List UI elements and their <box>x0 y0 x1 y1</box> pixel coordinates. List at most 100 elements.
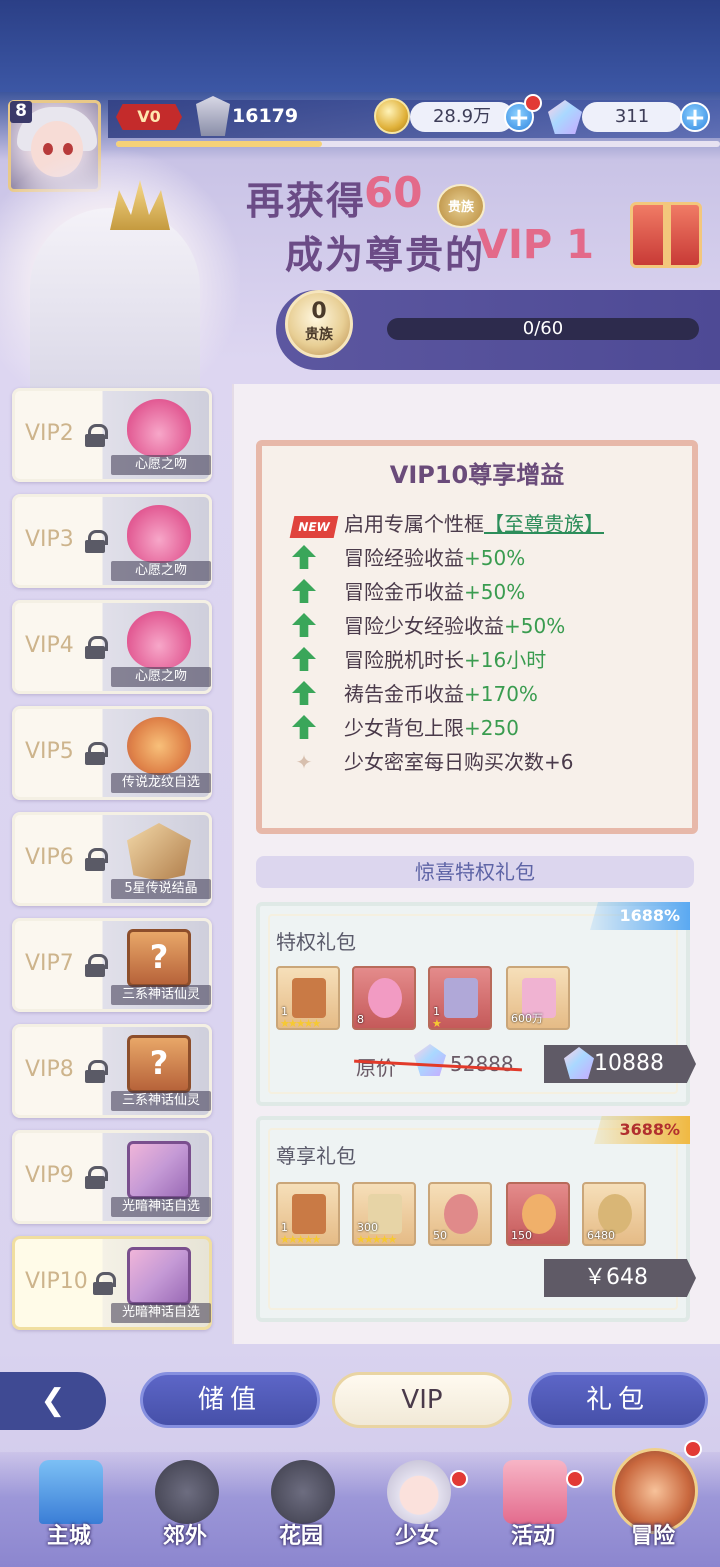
exp-bar-fill <box>116 141 322 147</box>
benefit-row: 冒险少女经验收益+50% <box>292 610 565 640</box>
lock-icon <box>85 1060 108 1083</box>
discount-badge: 1688% <box>590 902 690 930</box>
benefit-text: 冒险经验收益 <box>344 546 464 570</box>
benefit-value: +170% <box>464 682 538 706</box>
nav-label: 活动 <box>510 1524 555 1549</box>
nav-outskirts[interactable]: 郊外 <box>130 1460 240 1560</box>
nav-main-city[interactable]: 主城 <box>14 1460 124 1560</box>
item-count: 8 <box>357 1013 364 1026</box>
lock-icon <box>85 848 108 871</box>
gold-amount: 28.9万 <box>410 102 514 132</box>
add-diamond-button[interactable]: + <box>680 102 710 132</box>
dragon-coin-icon <box>444 978 478 1018</box>
character-card-icon <box>127 1247 191 1305</box>
pack-item[interactable]: 1 ★★★★★ <box>276 1182 340 1246</box>
vip-card-label: VIP7 <box>25 951 74 976</box>
pack-item[interactable]: 6480 <box>582 1182 646 1246</box>
locked-icon <box>155 1460 219 1524</box>
pack-item[interactable]: 300 ★★★★★ <box>352 1182 416 1246</box>
castle-icon <box>39 1460 103 1524</box>
vip-card-label: VIP6 <box>25 845 74 870</box>
girls-notification-dot <box>450 1470 468 1488</box>
vip-card-6[interactable]: VIP6 5星传说结晶 <box>12 812 212 906</box>
vip-card-reward: 三系神话仙灵 <box>111 1091 211 1111</box>
vip-card-label: VIP4 <box>25 633 74 658</box>
pack-item[interactable]: 1 ★★★★★ <box>276 966 340 1030</box>
benefit-row: 祷告金币收益+170% <box>292 678 538 708</box>
noble-points-value: 0 <box>311 299 327 324</box>
noble-coin-icon <box>598 1194 632 1234</box>
vip-card-8[interactable]: VIP8 ? 三系神话仙灵 <box>12 1024 212 1118</box>
banner-target-vip: VIP 1 <box>477 222 594 268</box>
pack-item[interactable]: 50 <box>428 1182 492 1246</box>
vip-card-2[interactable]: VIP2 心愿之吻 <box>12 388 212 482</box>
vip-card-label: VIP2 <box>25 421 74 446</box>
frame-link[interactable]: 【至尊贵族】 <box>484 512 604 536</box>
sparkle-icon: ✦ <box>295 750 313 774</box>
ribbon-icon <box>444 1194 478 1234</box>
nav-label: 花园 <box>278 1524 323 1549</box>
vip-level-badge[interactable]: V0 <box>116 104 182 130</box>
back-button[interactable]: ❮ <box>0 1372 106 1430</box>
vip-card-10[interactable]: VIP10 光暗神话自选 <box>12 1236 212 1330</box>
character-art <box>0 150 240 408</box>
top-header-bg <box>0 0 720 92</box>
benefit-text: 少女密室每日购买次数+6 <box>344 750 574 774</box>
pack-item[interactable]: 150 <box>506 1182 570 1246</box>
item-stars: ★ <box>432 1017 442 1030</box>
vip-card-label: VIP9 <box>25 1163 74 1188</box>
lock-icon <box>85 530 108 553</box>
vip-card-label: VIP10 <box>25 1269 88 1294</box>
benefit-text: 少女背包上限 <box>344 716 464 740</box>
hero-card-icon <box>292 1194 326 1234</box>
noble-progress-text: 0/60 <box>522 318 564 339</box>
hero-card-icon <box>292 978 326 1018</box>
benefit-row: ✦ 少女密室每日购买次数+6 <box>292 746 574 776</box>
benefit-text: 祷告金币收益 <box>344 682 464 706</box>
benefit-row: 冒险金币收益+50% <box>292 576 525 606</box>
benefit-text: 冒险脱机时长 <box>344 648 464 672</box>
up-arrow-icon <box>292 681 316 705</box>
tab-recharge[interactable]: 储值 <box>140 1372 320 1428</box>
locked-icon <box>271 1460 335 1524</box>
vip-card-reward: 传说龙纹自选 <box>111 773 211 793</box>
vip-card-9[interactable]: VIP9 光暗神话自选 <box>12 1130 212 1224</box>
tab-gift[interactable]: 礼包 <box>528 1372 708 1428</box>
tab-vip[interactable]: VIP <box>332 1372 512 1428</box>
vip-card-reward: 光暗神话自选 <box>111 1197 211 1217</box>
item-count: 50 <box>433 1229 447 1242</box>
item-count: 150 <box>511 1229 532 1242</box>
benefit-value: +50% <box>464 580 526 604</box>
vip-card-label: VIP3 <box>25 527 74 552</box>
lock-icon <box>85 742 108 765</box>
vip-card-reward: 心愿之吻 <box>111 455 211 475</box>
pack-item[interactable]: 8 <box>352 966 416 1030</box>
pack-item[interactable]: 600万 <box>506 966 570 1030</box>
vip-card-7[interactable]: VIP7 ? 三系神话仙灵 <box>12 918 212 1012</box>
nav-adventure[interactable]: 冒险 <box>598 1448 708 1560</box>
character-hair <box>30 208 200 408</box>
crown-icon <box>110 180 170 230</box>
new-tag: NEW <box>289 516 339 538</box>
up-arrow-icon <box>292 647 316 671</box>
exclusive-buy-button[interactable]: ￥648 <box>544 1259 696 1297</box>
benefit-value: +250 <box>464 716 519 740</box>
item-count: 6480 <box>587 1229 615 1242</box>
benefit-value: +50% <box>464 546 526 570</box>
vip-card-5[interactable]: VIP5 传说龙纹自选 <box>12 706 212 800</box>
nav-garden[interactable]: 花园 <box>246 1460 356 1560</box>
emblem-icon <box>522 1194 556 1234</box>
vip-card-3[interactable]: VIP3 心愿之吻 <box>12 494 212 588</box>
original-price: 52888 <box>450 1052 514 1076</box>
banner-text-prefix: 再获得 <box>246 179 367 223</box>
noble-points-label: 贵族 <box>305 327 333 343</box>
benefit-row: 冒险脱机时长+16小时 <box>292 644 546 674</box>
item-stars: ★★★★★ <box>280 1233 321 1246</box>
benefit-value: +50% <box>504 614 566 638</box>
lock-icon <box>85 954 108 977</box>
privilege-pack-title: 特权礼包 <box>276 930 356 954</box>
pack-item[interactable]: 1 ★ <box>428 966 492 1030</box>
lock-icon <box>85 636 108 659</box>
vip-card-4[interactable]: VIP4 心愿之吻 <box>12 600 212 694</box>
lips-icon <box>127 399 191 457</box>
